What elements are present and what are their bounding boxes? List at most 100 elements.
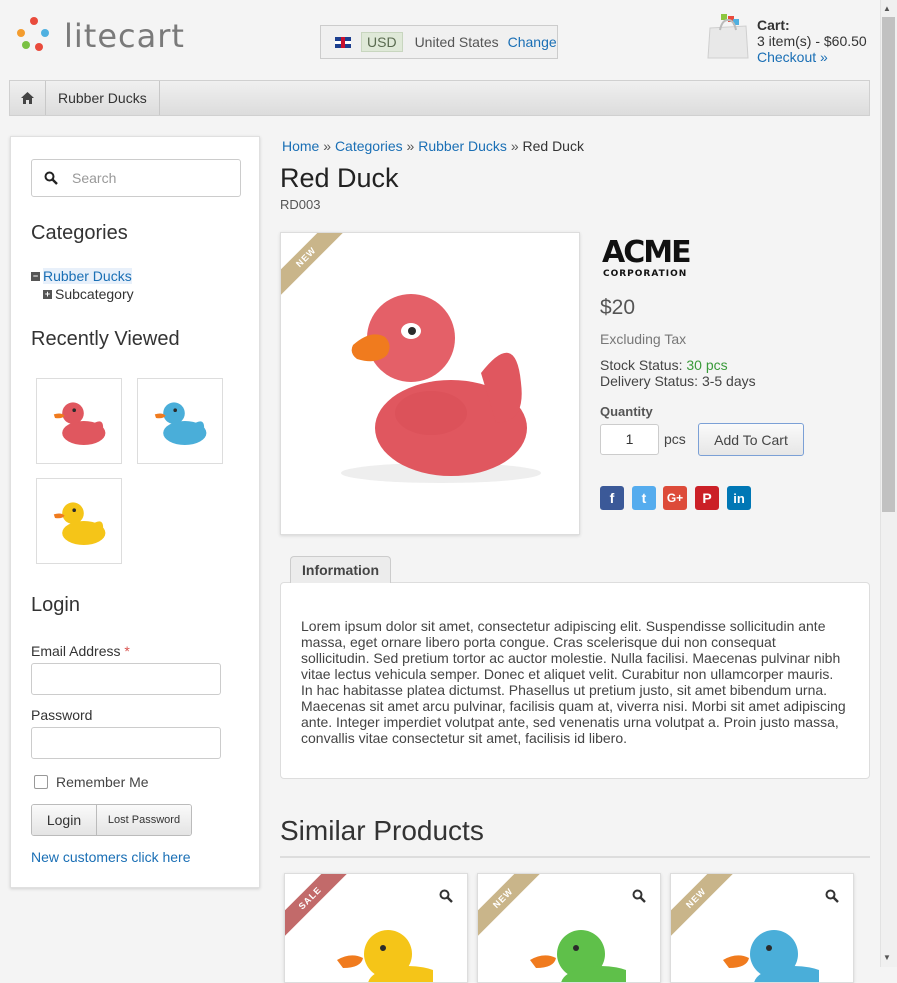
recent-product-yellow-duck[interactable]	[36, 478, 122, 564]
stock-label: Stock Status:	[600, 357, 683, 373]
linkedin-icon[interactable]: in	[727, 486, 751, 510]
logo[interactable]: litecart	[14, 15, 194, 55]
logo-text: litecart	[64, 17, 185, 55]
recently-viewed-heading: Recently Viewed	[31, 328, 180, 350]
svg-text:ACME: ACME	[602, 235, 690, 270]
breadcrumb-separator: »	[510, 138, 519, 154]
red-duck-thumbnail	[53, 402, 106, 445]
logo-dot-icon	[17, 29, 25, 37]
delivery-value: 3-5 days	[701, 373, 756, 389]
page-title: Red Duck	[280, 163, 399, 193]
email-label: Email Address *	[31, 643, 130, 659]
search-input[interactable]: Search	[31, 159, 241, 197]
required-mark: *	[124, 643, 130, 659]
product-price: $20	[600, 296, 636, 319]
collapse-icon: −	[31, 270, 40, 281]
manufacturer-logo[interactable]: ACME CORPORATION	[600, 234, 710, 280]
checkout-link[interactable]: Checkout »	[757, 49, 828, 65]
product-main-image[interactable]: NEW	[280, 232, 580, 535]
zoom-icon[interactable]	[825, 889, 839, 903]
quantity-unit: pcs	[664, 431, 686, 447]
currency-badge: USD	[361, 32, 403, 52]
search-placeholder: Search	[72, 170, 117, 186]
yellow-duck-thumbnail	[53, 502, 106, 545]
quantity-label: Quantity	[600, 404, 653, 419]
logo-dot-icon	[41, 29, 49, 37]
password-field[interactable]	[31, 727, 221, 759]
product-description: Lorem ipsum dolor sit amet, consectetur …	[301, 618, 846, 746]
nav-item-rubber-ducks[interactable]: Rubber Ducks	[46, 81, 160, 115]
remember-me-checkbox[interactable]: Remember Me	[34, 774, 149, 790]
cart-summary: Cart: 3 item(s) - $60.50 Checkout »	[757, 17, 867, 65]
blue-duck-thumbnail	[154, 402, 207, 445]
remember-me-label: Remember Me	[56, 774, 149, 790]
recent-product-red-duck[interactable]	[36, 378, 122, 464]
product-sku: RD003	[280, 197, 321, 212]
breadcrumb-separator: »	[323, 138, 332, 154]
tab-information[interactable]: Information	[290, 556, 391, 583]
password-label: Password	[31, 707, 93, 723]
svg-text:CORPORATION: CORPORATION	[603, 269, 687, 279]
pinterest-icon[interactable]: P	[695, 486, 719, 510]
email-label-text: Email Address	[31, 643, 121, 659]
similar-products-heading: Similar Products	[280, 815, 484, 846]
logo-dot-icon	[30, 17, 38, 25]
blue-duck-image	[723, 930, 819, 982]
uk-flag-icon	[335, 36, 351, 48]
breadcrumb-separator: »	[406, 138, 415, 154]
google-plus-icon[interactable]: G+	[663, 486, 687, 510]
stock-info: Stock Status: 30 pcs Delivery Status: 3-…	[600, 357, 756, 389]
login-heading: Login	[31, 594, 80, 616]
scrollbar-thumb[interactable]	[882, 17, 895, 512]
checkbox-icon[interactable]	[34, 775, 48, 789]
logo-dot-icon	[35, 43, 43, 51]
main-navigation: Rubber Ducks	[9, 80, 870, 116]
breadcrumb-categories[interactable]: Categories	[335, 138, 403, 154]
login-button-group: Login Lost Password	[31, 804, 192, 836]
cart-count: 3 item(s) - $60.50	[757, 33, 867, 49]
tab-panel: Lorem ipsum dolor sit amet, consectetur …	[280, 582, 870, 779]
category-subcategory[interactable]: + Subcategory	[43, 286, 134, 302]
breadcrumb-current: Red Duck	[522, 138, 584, 154]
stock-status-row: Stock Status: 30 pcs	[600, 357, 756, 373]
category-link[interactable]: Rubber Ducks	[43, 268, 132, 284]
zoom-icon[interactable]	[439, 889, 453, 903]
red-duck-image	[341, 294, 541, 483]
breadcrumb-home[interactable]: Home	[282, 138, 319, 154]
yellow-duck-image	[337, 930, 433, 982]
country-label: United States	[414, 34, 499, 50]
home-icon	[21, 92, 34, 104]
categories-heading: Categories	[31, 222, 128, 244]
twitter-icon[interactable]: t	[632, 486, 656, 510]
breadcrumb: Home » Categories » Rubber Ducks » Red D…	[282, 138, 584, 154]
zoom-icon[interactable]	[632, 889, 646, 903]
search-icon	[44, 171, 58, 185]
tax-note: Excluding Tax	[600, 331, 687, 347]
green-duck-image	[530, 930, 626, 982]
logo-dot-icon	[22, 41, 30, 49]
delivery-label: Delivery Status:	[600, 373, 699, 389]
shopping-bag-icon[interactable]	[706, 14, 750, 60]
category-link[interactable]: Subcategory	[55, 286, 134, 302]
add-to-cart-button[interactable]: Add To Cart	[698, 423, 804, 456]
scroll-down-icon[interactable]: ▼	[883, 953, 891, 962]
facebook-icon[interactable]: f	[600, 486, 624, 510]
expand-icon: +	[43, 288, 52, 299]
home-nav-button[interactable]	[10, 81, 46, 115]
quantity-input[interactable]: 1	[600, 424, 659, 455]
email-field[interactable]	[31, 663, 221, 695]
stock-value: 30 pcs	[686, 357, 728, 373]
change-region-link[interactable]: Change	[508, 34, 557, 50]
cart-title: Cart:	[757, 17, 790, 33]
breadcrumb-rubber-ducks[interactable]: Rubber Ducks	[418, 138, 507, 154]
category-rubber-ducks[interactable]: − Rubber Ducks	[31, 268, 132, 284]
sidebar: Search Categories − Rubber Ducks + Subca…	[10, 136, 260, 888]
recent-product-blue-duck[interactable]	[137, 378, 223, 464]
delivery-status-row: Delivery Status: 3-5 days	[600, 373, 756, 389]
scroll-up-icon[interactable]: ▲	[883, 4, 891, 13]
divider	[280, 856, 870, 858]
new-customers-link[interactable]: New customers click here	[31, 849, 191, 865]
region-selector[interactable]: USD United States Change	[320, 25, 558, 59]
login-button[interactable]: Login	[32, 805, 97, 835]
lost-password-button[interactable]: Lost Password	[97, 805, 191, 835]
